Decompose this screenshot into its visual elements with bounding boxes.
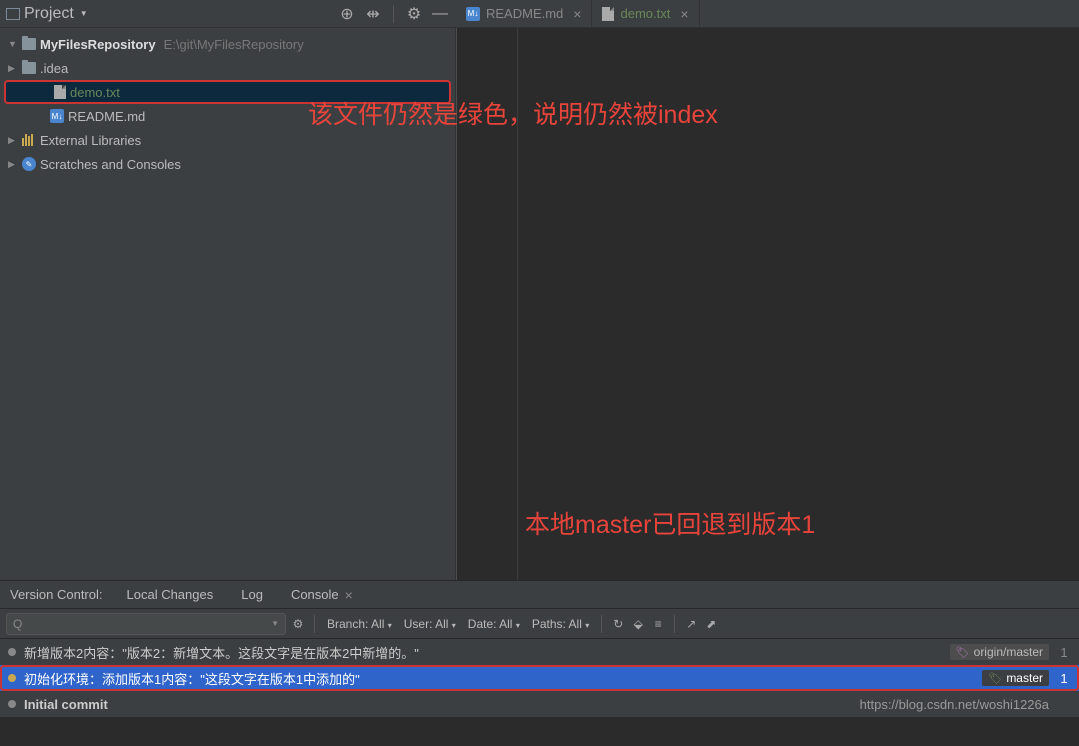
commit-dot-icon [8,648,16,656]
commit-dot-icon [8,674,16,682]
filter-paths[interactable]: Paths: All ▾ [528,617,593,631]
open-icon[interactable]: ⬈ [703,616,719,632]
commit-row[interactable]: Initial commit https://blog.csdn.net/wos… [0,691,1079,717]
refresh-icon[interactable]: ↻ [610,616,626,632]
tree-item-label: .idea [40,61,68,76]
markdown-file-icon: M↓ [466,7,480,21]
tree-item-demo[interactable]: demo.txt [4,80,451,104]
expand-arrow-icon[interactable]: ▶ [8,135,18,146]
search-icon: Q [13,617,22,631]
tab-local-changes[interactable]: Local Changes [113,581,228,608]
commit-message: 新增版本2内容："版本2：新增文本。这段文字是在版本2中新增的。" [24,643,942,662]
gear-icon[interactable]: ⚙ [290,616,306,632]
tree-root[interactable]: ▼ MyFilesRepository E:\git\MyFilesReposi… [0,32,455,56]
markdown-file-icon: M↓ [50,109,64,123]
tree-scratches-label: Scratches and Consoles [40,157,181,172]
tree-item-label: demo.txt [70,85,120,100]
tree-item-idea[interactable]: ▶ .idea [0,56,455,80]
tree-item-readme[interactable]: M↓ README.md [0,104,455,128]
tab-readme[interactable]: M↓ README.md × [456,0,592,27]
commit-message: Initial commit [24,697,852,712]
cherry-pick-icon[interactable]: ⬙ [630,616,646,632]
tab-console[interactable]: Console × [277,581,367,608]
expand-arrow-icon[interactable]: ▶ [8,159,18,170]
tab-log[interactable]: Log [227,581,277,608]
branch-tag-local[interactable]: 🏷 master [982,670,1049,686]
chevron-down-icon[interactable]: ▼ [271,619,279,628]
commit-dot-icon [8,700,16,708]
library-icon [22,134,36,146]
log-search-box[interactable]: Q ▼ [6,613,286,635]
commit-count: 1 [1057,645,1071,660]
log-filter-bar: Q ▼ ⚙ Branch: All ▾ User: All ▾ Date: Al… [0,609,1079,639]
text-file-icon [602,7,614,21]
close-icon[interactable]: × [573,6,581,22]
branch-tag-remote[interactable]: 🏷 origin/master [950,644,1049,660]
close-icon[interactable]: × [680,6,688,22]
tag-icon: 🏷 [988,672,1002,685]
gear-icon[interactable]: ⚙ [406,6,422,22]
text-file-icon [54,85,66,99]
folder-icon [22,62,36,74]
tab-label-readme: README.md [486,6,563,21]
tab-demo[interactable]: demo.txt × [592,0,699,27]
close-icon[interactable]: × [345,587,353,603]
target-icon[interactable]: ⊕ [339,6,355,22]
hide-icon[interactable]: — [432,6,448,22]
status-url: https://blog.csdn.net/woshi1226a [860,697,1049,712]
commit-row-selected[interactable]: 初始化环境：添加版本1内容："这段文字在版本1中添加的" 🏷 master 1 [0,665,1079,691]
scratches-icon: ✎ [22,157,36,171]
project-label-text: Project [24,5,74,23]
commit-log: 新增版本2内容："版本2：新增文本。这段文字是在版本2中新增的。" 🏷 orig… [0,639,1079,717]
tag-icon: 🏷 [956,646,970,659]
vc-label: Version Control: [0,587,113,602]
folder-icon [22,38,36,50]
collapse-icon[interactable]: ⇹ [365,6,381,22]
tree-external-libs[interactable]: ▶ External Libraries [0,128,455,152]
expand-arrow-icon[interactable]: ▶ [8,63,18,74]
bottom-tool-tabs: Version Control: Local Changes Log Conso… [0,580,1079,609]
tree-root-name: MyFilesRepository [40,37,156,52]
filter-branch[interactable]: Branch: All ▾ [323,617,396,631]
tree-external-libs-label: External Libraries [40,133,141,148]
editor-area[interactable] [456,28,1079,580]
log-search-input[interactable] [26,617,267,631]
tab-label-demo: demo.txt [620,6,670,21]
project-dropdown[interactable]: Project ▼ [0,5,94,23]
goto-icon[interactable]: ↗ [683,616,699,632]
project-tree-panel: ▼ MyFilesRepository E:\git\MyFilesReposi… [0,28,456,580]
tree-item-label: README.md [68,109,145,124]
filter-user[interactable]: User: All ▾ [400,617,460,631]
editor-ruler [517,28,518,580]
commit-message: 初始化环境：添加版本1内容："这段文字在版本1中添加的" [24,669,974,688]
filter-date[interactable]: Date: All ▾ [464,617,524,631]
project-icon [6,8,20,20]
chevron-down-icon: ▼ [80,9,88,18]
tree-root-path: E:\git\MyFilesRepository [164,37,304,52]
intellisort-icon[interactable]: ≡ [650,616,666,632]
expand-arrow-icon[interactable]: ▼ [8,39,18,49]
commit-count: 1 [1057,671,1071,686]
commit-row[interactable]: 新增版本2内容："版本2：新增文本。这段文字是在版本2中新增的。" 🏷 orig… [0,639,1079,665]
tree-scratches[interactable]: ▶ ✎ Scratches and Consoles [0,152,455,176]
